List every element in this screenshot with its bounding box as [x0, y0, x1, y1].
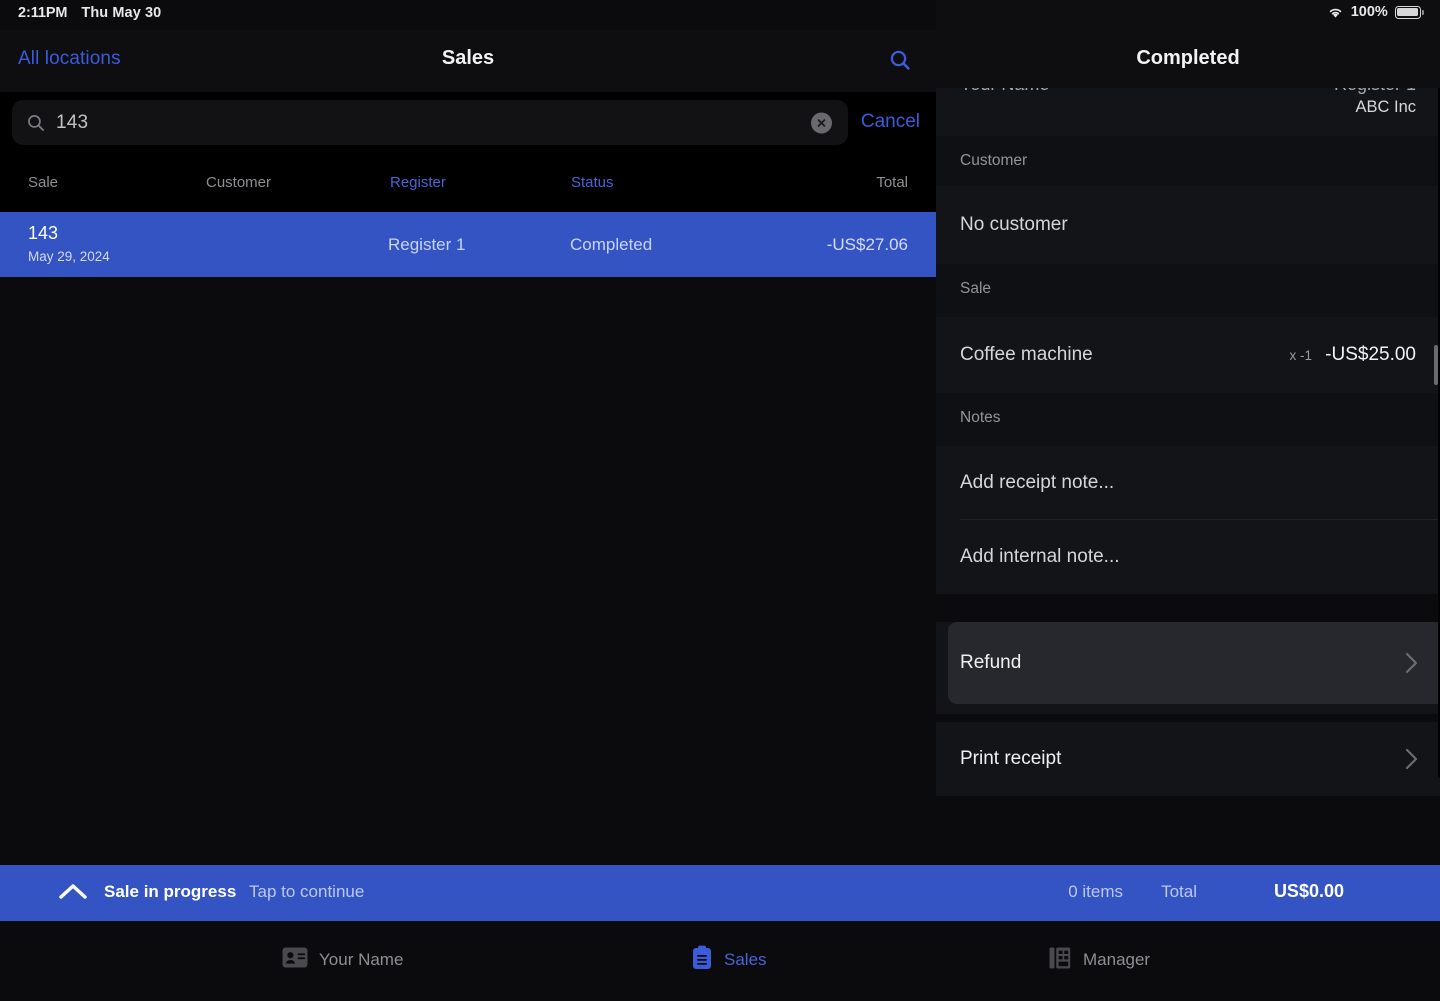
add-receipt-note-row[interactable]: Add receipt note...	[936, 446, 1440, 520]
refund-row[interactable]: Refund	[936, 622, 1440, 714]
cancel-search-button[interactable]: Cancel	[861, 111, 920, 133]
sale-total-value: US$0.00	[1273, 881, 1344, 901]
section-header-notes: Notes	[936, 393, 1440, 446]
tab-bar: Your Name Sales Manager	[0, 921, 1440, 1001]
add-internal-note-row[interactable]: Add internal note...	[936, 520, 1440, 594]
sale-in-progress-subtitle: Tap to continue	[249, 882, 365, 901]
column-header-total[interactable]: Total	[876, 174, 908, 191]
column-header-customer[interactable]: Customer	[206, 174, 271, 191]
search-icon	[888, 48, 912, 77]
sales-table-header: Sale Customer Register Status Total	[0, 154, 936, 212]
search-input[interactable]: 143	[12, 100, 848, 145]
detail-scrollbar[interactable]	[1434, 345, 1438, 385]
detail-title: Completed	[1136, 47, 1240, 69]
tab-sales[interactable]: Sales	[691, 939, 767, 981]
battery-percent: 100%	[1350, 4, 1388, 20]
status-bar-right: 100%	[1327, 4, 1424, 20]
search-row: 143 Cancel	[0, 92, 936, 154]
status-bar-left: 2:11PM Thu May 30	[18, 5, 161, 21]
search-icon	[26, 113, 46, 133]
column-header-sale[interactable]: Sale	[28, 174, 58, 191]
sale-items-count: 0 items	[1068, 882, 1123, 901]
tab-sales-label: Sales	[724, 950, 767, 969]
no-customer-row[interactable]: No customer	[936, 186, 1440, 264]
print-receipt-label: Print receipt	[960, 748, 1062, 769]
row-total: -US$27.06	[826, 235, 908, 254]
tab-your-name-label: Your Name	[319, 950, 404, 969]
left-nav-bar: All locations Sales	[0, 30, 936, 92]
add-receipt-note-label: Add receipt note...	[960, 472, 1115, 493]
print-receipt-row[interactable]: Print receipt	[936, 722, 1440, 796]
section-gap	[936, 594, 1440, 622]
line-item-amount: -US$25.00	[1325, 344, 1416, 365]
contact-card-icon	[282, 947, 308, 973]
sale-in-progress-title: Sale in progress	[104, 882, 237, 901]
tab-manager[interactable]: Manager	[1048, 939, 1150, 981]
refund-label: Refund	[960, 652, 1022, 673]
sale-meta-company: ABC Inc	[1355, 98, 1416, 116]
add-internal-note-label: Add internal note...	[960, 546, 1120, 567]
row-status: Completed	[570, 235, 653, 254]
status-time: 2:11PM	[18, 5, 68, 21]
battery-full-icon	[1394, 5, 1424, 19]
line-item-row[interactable]: Coffee machine x -1 -US$25.00	[936, 317, 1440, 393]
column-header-status[interactable]: Status	[571, 174, 614, 191]
row-register: Register 1	[388, 235, 466, 254]
table-row[interactable]: 143 May 29, 2024 Register 1 Completed -U…	[0, 212, 936, 277]
chevron-up-icon	[58, 882, 88, 902]
search-button[interactable]	[882, 47, 918, 77]
sale-detail-pane: Your Name Register 1 ABC Inc Customer No…	[936, 0, 1440, 1001]
status-date: Thu May 30	[81, 5, 162, 21]
search-input-value: 143	[56, 111, 89, 133]
sale-total-label: Total	[1161, 882, 1197, 901]
clipboard-icon	[691, 945, 713, 975]
sale-in-progress-bar[interactable]: Sale in progress Tap to continue 0 items…	[0, 865, 1440, 921]
tab-manager-label: Manager	[1083, 950, 1151, 969]
chevron-right-icon	[1405, 748, 1418, 770]
section-header-sale: Sale	[936, 264, 1440, 317]
app-root: 2:11PM Thu May 30 100% All locations Sal…	[0, 0, 1440, 1001]
sales-list-pane: All locations Sales 143 Cancel Sale Cust…	[0, 0, 936, 1001]
row-sale-number: 143	[28, 223, 59, 243]
no-customer-label: No customer	[960, 214, 1068, 235]
page-title: Sales	[441, 47, 495, 69]
column-header-register[interactable]: Register	[390, 174, 446, 191]
section-header-customer: Customer	[936, 136, 1440, 186]
chevron-right-icon	[1405, 652, 1418, 674]
tab-your-name[interactable]: Your Name	[282, 939, 403, 981]
row-sale-date: May 29, 2024	[28, 249, 110, 264]
sales-list-empty-area	[0, 277, 936, 865]
status-bar: 2:11PM Thu May 30 100%	[0, 0, 1440, 30]
clear-circle-icon[interactable]	[811, 112, 832, 133]
wifi-icon	[1327, 6, 1344, 19]
line-item-quantity: x -1	[1289, 347, 1312, 363]
detail-bottom-spacer	[936, 796, 1440, 865]
building-icon	[1048, 946, 1072, 975]
line-item-name: Coffee machine	[960, 344, 1093, 365]
sale-detail-scroll[interactable]: Your Name Register 1 ABC Inc Customer No…	[936, 0, 1440, 865]
